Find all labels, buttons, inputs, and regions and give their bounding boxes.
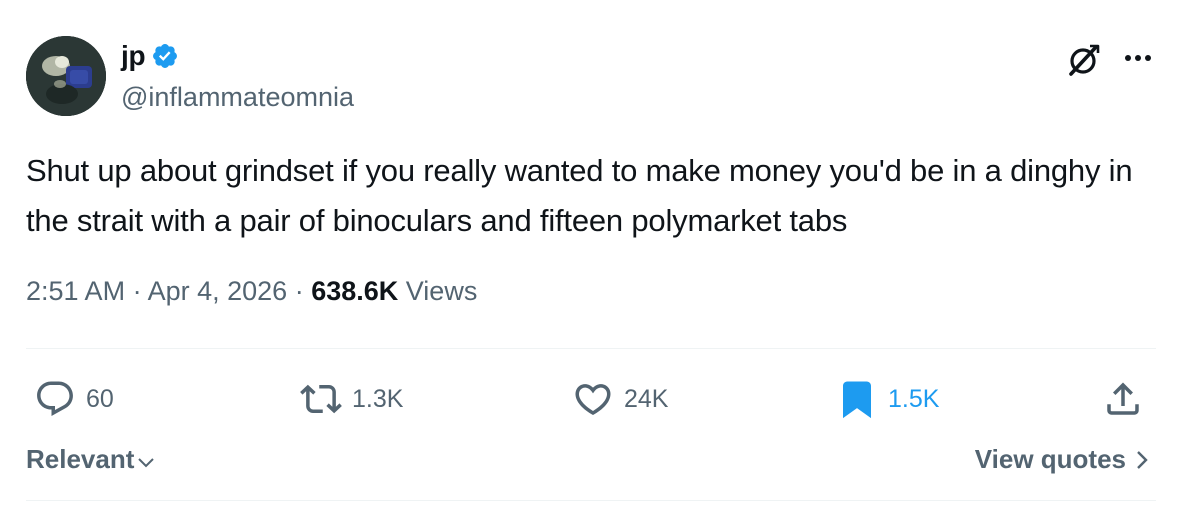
chevron-right-icon [1137, 450, 1148, 469]
author-name-row: jp [121, 40, 179, 72]
more-options-icon[interactable] [1118, 42, 1158, 74]
sort-replies-dropdown[interactable]: Relevant [26, 444, 156, 475]
retweet-count: 1.3K [352, 384, 404, 413]
tweet-date[interactable]: Apr 4, 2026 [148, 276, 288, 306]
reply-icon [37, 381, 73, 416]
verified-badge-icon[interactable] [151, 42, 179, 70]
view-quotes-label: View quotes [974, 444, 1126, 474]
divider [26, 500, 1156, 501]
meta-separator: · [287, 276, 312, 306]
view-quotes-link[interactable]: View quotes [975, 444, 1150, 475]
reply-button[interactable]: 60 [34, 378, 114, 420]
share-icon [1107, 382, 1139, 415]
bookmark-button[interactable]: 1.5K [836, 378, 939, 420]
retweet-icon [300, 384, 342, 414]
avatar[interactable] [26, 36, 106, 116]
like-button[interactable]: 24K [572, 378, 668, 420]
like-icon [575, 384, 611, 416]
tweet-time[interactable]: 2:51 AM [26, 276, 125, 306]
meta-separator: · [125, 276, 148, 306]
avatar-image [26, 36, 106, 116]
author-handle[interactable]: @inflammateomnia [121, 82, 354, 113]
chevron-down-icon [138, 457, 155, 467]
share-button[interactable] [1102, 378, 1144, 420]
divider [26, 348, 1156, 349]
tweet-text: Shut up about grindset if you really wan… [26, 153, 1133, 238]
views-count: 638.6K [311, 276, 399, 306]
like-count: 24K [624, 384, 669, 413]
sort-label: Relevant [26, 444, 135, 474]
reply-count: 60 [86, 384, 114, 413]
bookmark-count: 1.5K [888, 384, 940, 413]
retweet-button[interactable]: 1.3K [300, 378, 403, 420]
bookmark-icon [843, 381, 871, 419]
views-label: Views [405, 276, 478, 306]
tweet-meta: 2:51 AM · Apr 4, 2026 · 638.6K Views [26, 276, 477, 307]
display-name[interactable]: jp [121, 40, 146, 72]
grok-icon[interactable] [1063, 40, 1103, 80]
tweet-card: jp @inflammateomnia Shut up about grinds… [0, 0, 1200, 507]
